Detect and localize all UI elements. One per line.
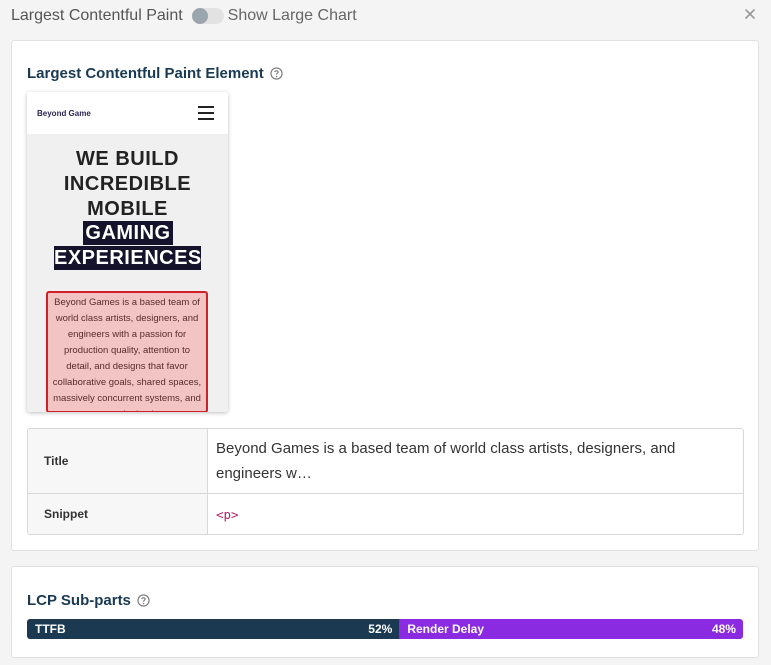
hero-line: MOBILE (87, 198, 168, 220)
lcp-element-card: Largest Contentful Paint Element Beyond … (11, 40, 759, 551)
snippet-value-cell: <p> (208, 494, 743, 534)
lcp-element-details-table: Title Beyond Games is a based team of wo… (27, 428, 744, 535)
lcp-subparts-card: LCP Sub-parts TTFB 52% Render Delay 48% (11, 566, 759, 658)
lcp-element-highlight: Beyond Games is a based team of world cl… (46, 291, 208, 412)
panel-header: Largest Contentful Paint Show Large Char… (0, 0, 771, 32)
segment-percent: 48% (711, 622, 736, 636)
hero-highlight-line: EXPERIENCES (54, 246, 202, 270)
table-row-snippet: Snippet <p> (28, 493, 743, 534)
preview-navbar: Beyond Game (27, 92, 228, 134)
section-title-text: Largest Contentful Paint Element (27, 65, 264, 82)
toggle-label[interactable]: Show Large Chart (228, 7, 357, 25)
section-title-lcp-element: Largest Contentful Paint Element (27, 65, 283, 82)
close-icon[interactable] (743, 7, 757, 21)
snippet-label: Snippet (28, 494, 208, 534)
help-icon[interactable] (137, 594, 150, 607)
large-chart-toggle[interactable] (191, 8, 224, 24)
hero-line: WE BUILD (76, 148, 179, 170)
subpart-segment-render-delay[interactable]: Render Delay 48% (399, 619, 743, 639)
segment-percent: 52% (368, 622, 393, 636)
lcp-element-text: Beyond Games is a based team of world cl… (52, 297, 202, 411)
segment-label: Render Delay (407, 622, 485, 636)
table-row-title: Title Beyond Games is a based team of wo… (28, 429, 743, 493)
section-title-subparts: LCP Sub-parts (27, 592, 150, 609)
segment-label: TTFB (35, 622, 66, 636)
section-title-text: LCP Sub-parts (27, 592, 131, 609)
toggle-knob (191, 8, 208, 24)
title-value: Beyond Games is a based team of world cl… (216, 440, 676, 482)
help-icon[interactable] (270, 67, 283, 80)
snippet-value: <p> (216, 506, 239, 522)
preview-logo: Beyond Game (37, 108, 91, 118)
lcp-screenshot-preview: Beyond Game WE BUILD INCREDIBLE MOBILE G… (27, 92, 228, 412)
hero-highlight-line: GAMING (83, 221, 173, 245)
subpart-segment-ttfb[interactable]: TTFB 52% (27, 619, 400, 639)
panel-title: Largest Contentful Paint (11, 7, 183, 24)
hamburger-menu-icon (198, 106, 214, 120)
lcp-subparts-bar: TTFB 52% Render Delay 48% (27, 619, 743, 639)
title-label: Title (28, 429, 208, 493)
hero-line: INCREDIBLE (63, 173, 192, 195)
